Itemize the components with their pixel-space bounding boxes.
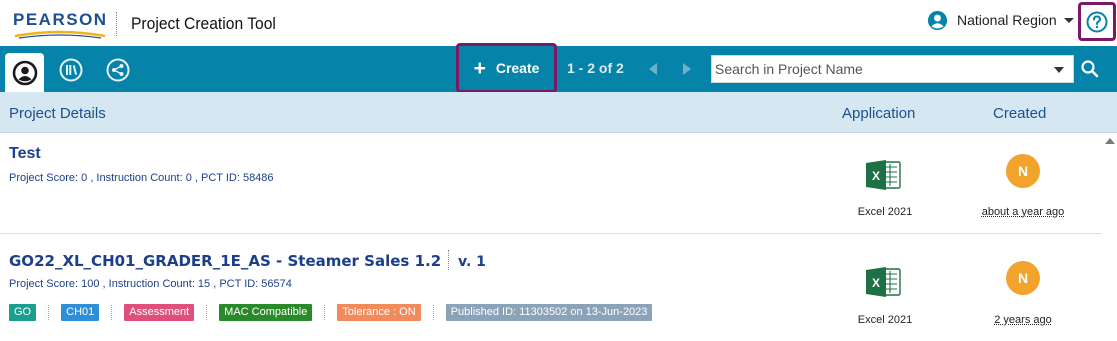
table-row[interactable]: Test Project Score: 0 , Instruction Coun…: [0, 134, 1102, 234]
project-version: v. 1: [458, 254, 486, 270]
tag-mac-compatible: MAC Compatible: [219, 304, 313, 321]
tag-divider: [324, 305, 326, 320]
next-page-icon[interactable]: [683, 63, 691, 75]
application-label: Excel 2021: [857, 314, 913, 326]
project-meta: Project Score: 0 , Instruction Count: 0 …: [9, 172, 274, 184]
app-header: PEARSON Project Creation Tool National R…: [0, 0, 1117, 46]
tag-divider: [432, 305, 434, 320]
header-divider: [116, 12, 117, 36]
pager-text: 1 - 2 of 2: [567, 60, 624, 76]
logo-text: PEARSON: [13, 10, 108, 29]
help-button[interactable]: [1078, 2, 1116, 41]
column-header-created[interactable]: Created: [993, 105, 1046, 122]
tag-chapter: CH01: [61, 304, 100, 321]
excel-icon: X: [866, 160, 901, 190]
scroll-up-icon[interactable]: [1105, 138, 1115, 144]
search-icon[interactable]: [1079, 58, 1101, 80]
tag-published-id: Published ID: 11303502 on 13-Jun-2023: [445, 304, 653, 321]
project-meta: Project Score: 100 , Instruction Count: …: [9, 278, 292, 290]
excel-icon: X: [866, 267, 901, 297]
region-label: National Region: [957, 12, 1057, 28]
column-header-project-details[interactable]: Project Details: [9, 105, 106, 122]
app-title: Project Creation Tool: [131, 14, 276, 33]
create-button[interactable]: + Create: [456, 43, 557, 93]
tag-divider: [111, 305, 113, 320]
created-date: 2 years ago: [994, 314, 1052, 326]
table-row[interactable]: GO22_XL_CH01_GRADER_1E_AS - Steamer Sale…: [0, 235, 1102, 341]
previous-page-icon[interactable]: [649, 63, 657, 75]
create-label: Create: [495, 60, 540, 76]
user-account-icon: [927, 10, 948, 30]
application-label: Excel 2021: [857, 206, 913, 218]
table-header: Project Details Application Created: [0, 92, 1117, 133]
tab-my-projects[interactable]: [5, 53, 44, 92]
library-icon[interactable]: [59, 58, 83, 82]
tag-tolerance: Tolerance : ON: [337, 304, 421, 321]
tag-divider: [48, 305, 50, 320]
column-header-application[interactable]: Application: [842, 105, 915, 122]
search-input[interactable]: [712, 56, 1042, 82]
chevron-down-icon: [1063, 17, 1074, 23]
tag-go: GO: [9, 304, 37, 321]
help-circle-icon: [1086, 11, 1108, 32]
region-selector[interactable]: National Region: [927, 9, 1074, 31]
share-icon[interactable]: [106, 58, 130, 82]
version-divider: [448, 250, 449, 270]
scrollbar[interactable]: [1102, 134, 1117, 341]
user-icon: [12, 60, 37, 85]
tag-list: GO CH01 Assessment MAC Compatible Tolera…: [9, 304, 653, 321]
search-dropdown-icon[interactable]: [1054, 67, 1064, 73]
created-date: about a year ago: [981, 206, 1065, 218]
avatar[interactable]: N: [1006, 261, 1040, 295]
toolbar: + Create 1 - 2 of 2: [0, 43, 1117, 93]
project-title[interactable]: Test: [9, 145, 41, 163]
project-title[interactable]: GO22_XL_CH01_GRADER_1E_AS - Steamer Sale…: [9, 252, 441, 270]
plus-icon: +: [473, 56, 486, 80]
pearson-logo[interactable]: PEARSON: [13, 10, 108, 40]
search-box: [711, 55, 1074, 83]
svg-text:X: X: [872, 169, 880, 183]
avatar[interactable]: N: [1006, 154, 1040, 188]
logo-swoosh: [14, 30, 106, 39]
svg-text:X: X: [872, 276, 880, 290]
tag-assessment: Assessment: [124, 304, 195, 321]
tag-divider: [206, 305, 208, 320]
